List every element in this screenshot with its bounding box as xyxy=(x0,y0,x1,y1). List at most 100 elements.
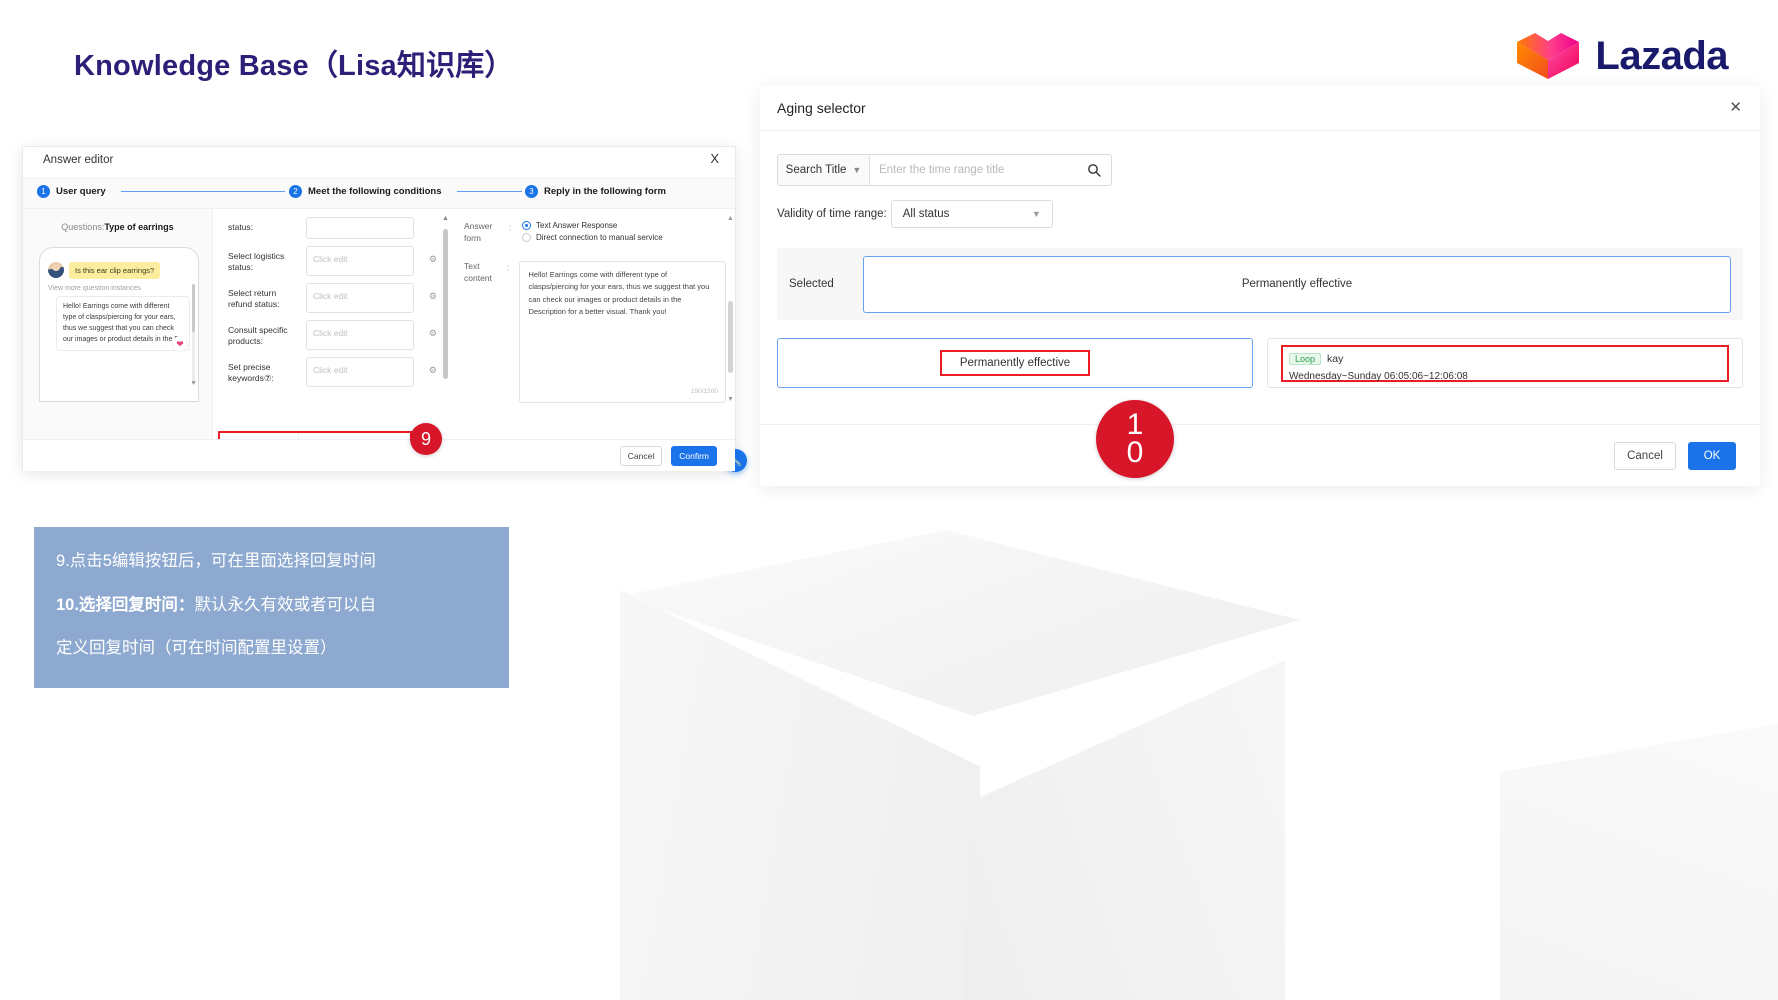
validity-filter-value: All status xyxy=(903,208,950,220)
chat-scrollbar[interactable] xyxy=(192,284,195,384)
callout-badge-10-line2: 0 xyxy=(1127,439,1144,468)
scroll-down-icon[interactable]: ▼ xyxy=(727,396,734,403)
character-counter: 190/1500 xyxy=(691,387,718,398)
answer-editor-header: Answer editor X xyxy=(23,147,735,179)
close-icon[interactable]: ✕ xyxy=(1729,100,1742,115)
loop-name: kay xyxy=(1327,353,1343,365)
option-permanently-effective[interactable]: Permanently effective xyxy=(777,338,1253,388)
answer-editor-title: Answer editor xyxy=(43,154,113,166)
radio-text-answer-response[interactable]: Text Answer Response xyxy=(522,221,663,230)
scrollbar-thumb[interactable] xyxy=(728,301,733,373)
condition-label: status: xyxy=(228,217,298,233)
option-list: Permanently effective Loopkay Wednesday~… xyxy=(777,338,1743,388)
note-line-2-plain: 默认永久有效或者可以自 xyxy=(194,596,376,614)
radio-label: Text Answer Response xyxy=(536,221,617,230)
step-3-reply-form[interactable]: 3 Reply in the following form xyxy=(525,185,666,198)
step-1-user-query[interactable]: 1 User query xyxy=(37,185,106,198)
edit-icon[interactable]: ⚙ xyxy=(429,291,437,302)
step-1-label: User query xyxy=(56,186,106,197)
avatar xyxy=(48,262,64,278)
step-connector-1 xyxy=(121,191,285,192)
brand-wordmark: Lazada xyxy=(1595,36,1728,76)
search-icon[interactable] xyxy=(1077,163,1111,177)
condition-row: Select return refund status: Click edit … xyxy=(214,283,452,313)
validity-filter: Validity of time range: All status ▼ xyxy=(777,200,1760,228)
selected-value-chip[interactable]: Permanently effective xyxy=(863,256,1731,313)
cube-far-face xyxy=(1500,720,1778,1000)
chat-preview-phone: Is this ear clip earrings? View more que… xyxy=(39,247,199,402)
text-content-textarea[interactable]: Hello! Earrings come with different type… xyxy=(519,261,726,403)
search-scope-label: Search Title xyxy=(786,164,847,176)
edit-icon[interactable]: ⚙ xyxy=(429,254,437,265)
aging-selector-dialog: Aging selector ✕ Search Title ▼ Validity… xyxy=(760,86,1760,486)
radio-icon[interactable] xyxy=(522,233,531,242)
reply-form-scrollbar[interactable]: ▲ ▼ xyxy=(728,215,733,403)
step-3-number: 3 xyxy=(525,185,538,198)
instruction-note: 9.点击5编辑按钮后，可在里面选择回复时间 10.选择回复时间：默认永久有效或者… xyxy=(34,527,509,688)
aging-selector-title: Aging selector xyxy=(777,100,866,116)
radio-label: Direct connection to manual service xyxy=(536,233,663,242)
cancel-button[interactable]: Cancel xyxy=(1614,442,1676,470)
return-refund-status-input[interactable]: Click edit xyxy=(306,283,414,313)
step-2-label: Meet the following conditions xyxy=(308,186,442,197)
scroll-up-icon[interactable]: ▲ xyxy=(442,215,449,222)
edit-icon[interactable]: ⚙ xyxy=(429,328,437,339)
step-connector-2 xyxy=(457,191,522,192)
search-scope-dropdown[interactable]: Search Title ▼ xyxy=(778,155,870,185)
step-3-label: Reply in the following form xyxy=(544,186,666,197)
loop-badge: Loop xyxy=(1289,353,1321,365)
page-title: Knowledge Base（Lisa知识库） xyxy=(74,42,514,84)
step-2-conditions[interactable]: 2 Meet the following conditions xyxy=(289,185,442,198)
question-line: Questions:Type of earrings xyxy=(23,209,212,232)
heart-icon: ❤ xyxy=(172,336,188,352)
question-value: Type of earrings xyxy=(104,222,173,232)
option-loop-kay[interactable]: Loopkay Wednesday~Sunday 06:05:06~12:06:… xyxy=(1267,338,1743,388)
validity-filter-label: Validity of time range: xyxy=(777,208,887,220)
note-line-1: 9.点击5编辑按钮后，可在里面选择回复时间 xyxy=(56,549,487,575)
question-prefix: Questions: xyxy=(61,222,104,232)
confirm-button[interactable]: Confirm xyxy=(671,446,717,466)
ok-button[interactable]: OK xyxy=(1688,442,1736,470)
radio-icon[interactable] xyxy=(522,221,531,230)
cube-right-face xyxy=(965,660,1465,1000)
condition-row: Consult specific products: Click edit ⚙ xyxy=(214,320,452,350)
condition-label: Set precise keywords⑦: xyxy=(228,357,298,385)
condition-control: Click edit ⚙ xyxy=(306,246,436,276)
step-indicator: 1 User query 2 Meet the following condit… xyxy=(23,179,735,209)
validity-filter-dropdown[interactable]: All status ▼ xyxy=(891,200,1053,228)
condition-row: Set precise keywords⑦: Click edit ⚙ xyxy=(214,357,452,387)
search-bar: Search Title ▼ xyxy=(777,154,1112,186)
cube-top-face xyxy=(620,530,1300,830)
scroll-up-icon[interactable]: ▲ xyxy=(727,215,734,222)
note-line-2: 10.选择回复时间：默认永久有效或者可以自 xyxy=(56,593,487,619)
precise-keywords-input[interactable]: Click edit xyxy=(306,357,414,387)
condition-control: Click edit ⚙ xyxy=(306,357,436,387)
chevron-down-icon[interactable]: ▼ xyxy=(190,380,197,387)
edit-icon[interactable]: ⚙ xyxy=(429,365,437,376)
text-content-value: Hello! Earrings come with different type… xyxy=(528,270,709,316)
callout-badge-10-line1: 1 xyxy=(1127,411,1144,440)
callout-badge-10: 1 0 xyxy=(1096,400,1174,478)
aging-selector-footer: Cancel OK xyxy=(760,424,1760,486)
conditions-scrollbar[interactable]: ▲ ▼ xyxy=(443,215,448,463)
condition-label: Select logistics status: xyxy=(228,246,298,274)
colon-separator: : xyxy=(507,261,513,403)
condition-label: Select return refund status: xyxy=(228,283,298,311)
text-content-label: Text content xyxy=(464,261,500,403)
answer-form-label: Answer form xyxy=(464,221,502,245)
answer-editor-dialog: Answer editor X 1 User query 2 Meet the … xyxy=(22,146,736,471)
scrollbar-thumb[interactable] xyxy=(443,229,448,379)
logistics-status-input[interactable]: Click edit xyxy=(306,246,414,276)
search-input[interactable] xyxy=(870,164,1077,176)
chevron-down-icon: ▼ xyxy=(852,165,861,175)
chat-question-bubble: Is this ear clip earrings? xyxy=(69,262,160,279)
cancel-button[interactable]: Cancel xyxy=(620,446,662,466)
condition-row: status: xyxy=(214,217,452,239)
background-cube-decoration xyxy=(620,530,1778,1000)
specific-products-input[interactable]: Click edit xyxy=(306,320,414,350)
status-input[interactable] xyxy=(306,217,414,239)
close-icon[interactable]: X xyxy=(710,152,719,165)
option-loop-highlight: Loopkay Wednesday~Sunday 06:05:06~12:06:… xyxy=(1281,345,1729,382)
radio-direct-connection-manual[interactable]: Direct connection to manual service xyxy=(522,233,663,242)
view-more-question-instances-link[interactable]: View more question instances xyxy=(40,279,198,296)
